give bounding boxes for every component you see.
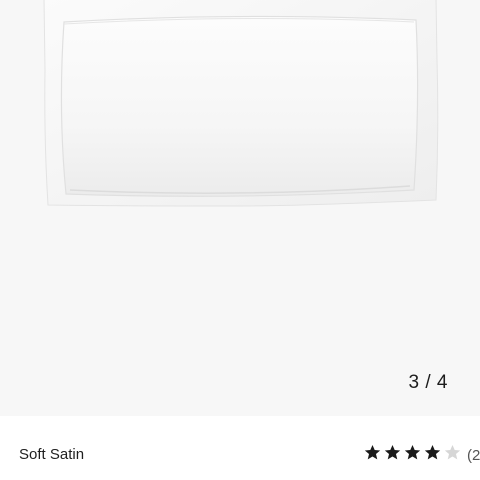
product-info-bar: Soft Satin (23 <box>0 416 480 480</box>
star-empty-icon <box>444 445 461 460</box>
star-filled-icon <box>404 445 421 460</box>
star-filled-icon <box>384 445 401 460</box>
product-name[interactable]: Soft Satin <box>19 446 84 463</box>
product-rating[interactable]: (23 <box>364 444 480 466</box>
star-filled-icon <box>364 445 381 460</box>
star-filled-icon <box>424 445 441 460</box>
image-counter: 3 / 4 <box>408 372 448 393</box>
rating-stars <box>364 444 464 466</box>
pillowcase-image <box>43 0 439 207</box>
product-image-gallery[interactable]: 3 / 4 <box>0 0 480 416</box>
review-count[interactable]: (23 <box>467 447 480 464</box>
